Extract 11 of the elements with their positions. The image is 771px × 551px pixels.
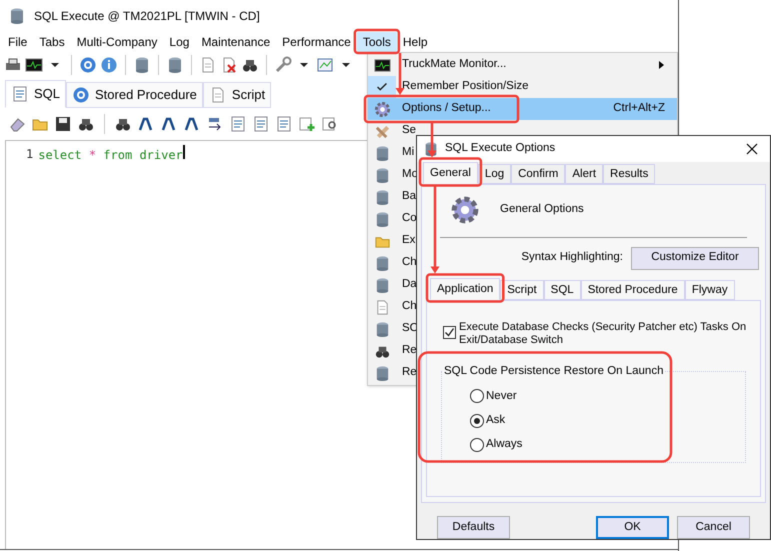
group-title: SQL Code Persistence Restore On Launch xyxy=(444,364,664,377)
radio-label: Always xyxy=(486,437,522,452)
line-number: 1 xyxy=(26,146,34,163)
dialog-title: SQL Execute Options xyxy=(445,141,556,156)
window-title: SQL Execute @ TM2021PL [TMWIN - CD] xyxy=(34,8,260,25)
section-heading: General Options xyxy=(500,202,584,217)
field-label: Syntax Highlighting: xyxy=(521,250,623,266)
radio-label: Never xyxy=(486,388,517,404)
checkbox-label: Execute Database Checks (Security Patcher etc) Tasks On Exit/Database Switch xyxy=(459,320,748,347)
code-line: select * from driver xyxy=(38,145,185,550)
radio-label: Ask xyxy=(486,413,506,428)
